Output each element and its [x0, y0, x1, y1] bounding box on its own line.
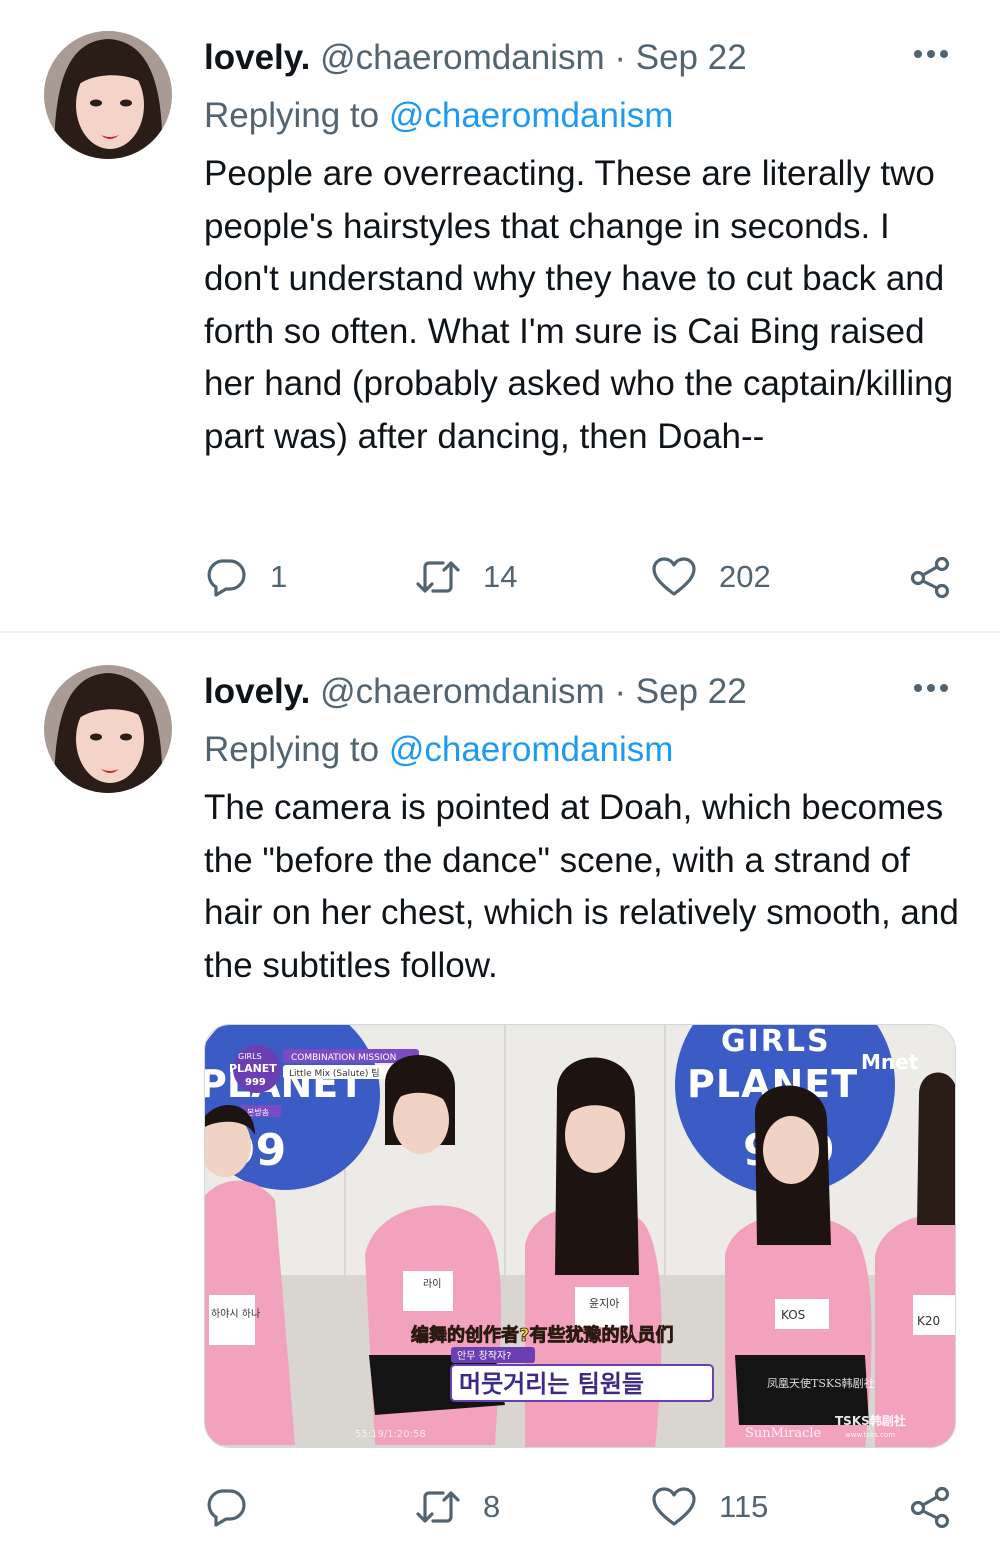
- share-icon: [908, 1486, 952, 1528]
- tweet-header: lovely. @chaeromdanism · Sep 22: [204, 670, 747, 714]
- watermark-site: www.tsks.com: [845, 1431, 895, 1439]
- svg-text:라이: 라이: [423, 1278, 441, 1290]
- avatar[interactable]: [44, 665, 172, 793]
- replying-to: Replying to @chaeromdanism: [204, 94, 673, 138]
- like-icon: [651, 1486, 697, 1528]
- tweet-date[interactable]: Sep 22: [636, 672, 747, 711]
- tweet-date[interactable]: Sep 22: [636, 38, 747, 77]
- wall-logo-top: GIRLS: [721, 1025, 831, 1059]
- tweet[interactable]: lovely. @chaeromdanism · Sep 22 Replying…: [0, 634, 1000, 1561]
- reply-count: 1: [270, 559, 288, 594]
- display-name[interactable]: lovely.: [204, 38, 310, 77]
- name-tag-4: KOS: [781, 1308, 805, 1322]
- retweet-icon: [415, 1487, 461, 1527]
- avatar[interactable]: [44, 31, 172, 159]
- user-handle[interactable]: @chaeromdanism: [320, 672, 605, 711]
- mention-link[interactable]: @chaeromdanism: [389, 730, 674, 769]
- share-button[interactable]: [908, 1482, 952, 1532]
- reply-button[interactable]: [204, 1482, 248, 1532]
- subtitle-chinese: 编舞的创作者?有些犹豫的队员们: [411, 1324, 673, 1346]
- like-button[interactable]: 115: [651, 1482, 768, 1532]
- tweet-actions: 8 115: [204, 1482, 964, 1532]
- display-name[interactable]: lovely.: [204, 672, 310, 711]
- watermark-chinese: 凤凰天使TSKS韩剧社: [767, 1376, 875, 1390]
- subtitle-korean: 머뭇거리는 팀원들: [459, 1370, 644, 1398]
- reply-icon: [204, 1487, 248, 1527]
- badge-top: GIRLS: [238, 1052, 262, 1061]
- retweet-count: 14: [483, 559, 518, 594]
- retweet-icon: [415, 557, 461, 597]
- name-tag-3: 윤지아: [589, 1297, 619, 1310]
- avatar-image: [44, 31, 172, 159]
- badge-main: PLANET: [229, 1062, 277, 1075]
- tweet-actions: 1 14 202: [204, 552, 964, 602]
- like-count: 115: [719, 1489, 769, 1524]
- tweet[interactable]: lovely. @chaeromdanism · Sep 22 Replying…: [0, 0, 1000, 632]
- like-icon: [651, 556, 697, 598]
- share-button[interactable]: [908, 552, 952, 602]
- mention-link[interactable]: @chaeromdanism: [389, 96, 674, 135]
- like-count: 202: [719, 559, 771, 594]
- avatar-image: [44, 665, 172, 793]
- watermark-logo: TSKS韩剧社: [835, 1413, 906, 1428]
- badge-num: 999: [245, 1077, 266, 1088]
- like-button[interactable]: 202: [651, 552, 771, 602]
- replying-to: Replying to @chaeromdanism: [204, 728, 673, 772]
- watermark-english: SunMiracle: [745, 1426, 822, 1441]
- retweet-count: 8: [483, 1489, 501, 1524]
- video-thumbnail: PLANET 99 GIRLS PLANET 999 Mnet GIRLS PL…: [205, 1025, 955, 1447]
- more-icon[interactable]: [912, 678, 950, 699]
- mission-team: Little Mix (Salute) 팀: [289, 1067, 380, 1079]
- subtitle-korean-small: 안무 창작자?: [457, 1350, 512, 1362]
- replying-prefix: Replying to: [204, 96, 380, 135]
- separator-dot: ·: [614, 38, 627, 77]
- name-tag-1: 하야시 하나: [211, 1307, 260, 1320]
- reply-icon: [204, 557, 248, 597]
- tweet-divider: [0, 631, 1000, 633]
- name-tag-5: K20: [917, 1314, 940, 1328]
- more-icon[interactable]: [912, 44, 950, 65]
- broadcast-tag: 본방송: [247, 1107, 269, 1117]
- retweet-button[interactable]: 14: [415, 552, 517, 602]
- separator-dot: ·: [614, 672, 627, 711]
- replying-prefix: Replying to: [204, 730, 380, 769]
- channel-logo: Mnet: [861, 1050, 919, 1074]
- tweet-text: The camera is pointed at Doah, which bec…: [204, 788, 959, 985]
- share-icon: [908, 556, 952, 598]
- tweet-media[interactable]: PLANET 99 GIRLS PLANET 999 Mnet GIRLS PL…: [204, 1024, 956, 1448]
- user-handle[interactable]: @chaeromdanism: [320, 38, 605, 77]
- tweet-header: lovely. @chaeromdanism · Sep 22: [204, 36, 747, 80]
- mission-title: COMBINATION MISSION: [291, 1053, 396, 1063]
- retweet-button[interactable]: 8: [415, 1482, 500, 1532]
- video-timestamp: 55:19/1:20:58: [355, 1429, 426, 1440]
- reply-button[interactable]: 1: [204, 552, 287, 602]
- tweet-text: People are overreacting. These are liter…: [204, 154, 954, 456]
